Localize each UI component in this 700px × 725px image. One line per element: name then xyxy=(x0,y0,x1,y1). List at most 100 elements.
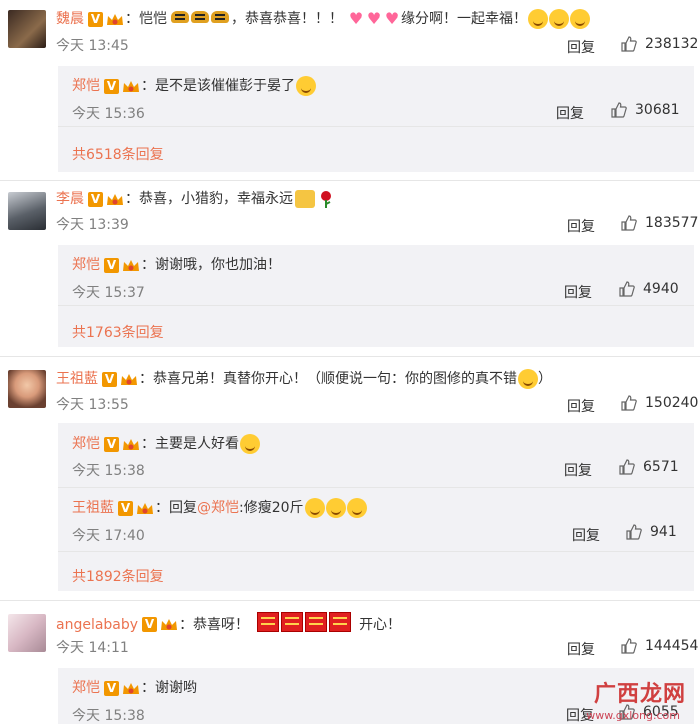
like-count: 941 xyxy=(650,524,677,540)
reply-text-2: :修瘦20斤 xyxy=(239,500,304,516)
like-button[interactable]: 150240 xyxy=(621,395,698,411)
vip-crown-icon xyxy=(105,12,125,27)
view-more-replies-link[interactable]: 共1763条回复 xyxy=(72,322,164,342)
reply-item: 郑恺 V ：是不是该催催彭于晏了 今天 15:36 回复 30681 xyxy=(72,66,682,126)
like-count: 6571 xyxy=(643,459,679,475)
verified-v-icon: V xyxy=(88,191,103,207)
vip-crown-icon xyxy=(121,437,141,452)
laugh-cry-emoji-icon xyxy=(304,498,367,518)
vip-crown-icon xyxy=(159,617,179,632)
tongue-emoji-icon xyxy=(296,76,316,96)
avatar[interactable] xyxy=(8,10,46,48)
watermark-logo: 广西龙网 xyxy=(593,682,686,707)
like-count: 183577 xyxy=(645,215,699,231)
smile-emoji-icon xyxy=(527,9,590,29)
thumbs-up-icon xyxy=(621,215,637,231)
avatar[interactable] xyxy=(8,614,46,652)
thumbs-up-icon xyxy=(619,459,635,475)
username[interactable]: 王祖藍 xyxy=(56,370,98,388)
like-button[interactable]: 238132 xyxy=(621,36,698,52)
vip-crown-icon xyxy=(121,681,141,696)
reply-time: 今天 15:38 xyxy=(72,708,145,724)
comment-item: 王祖藍 V ：恭喜兄弟！真替你开心！（顺便说一句：你的图修的真不错 ） 今天 1… xyxy=(0,356,700,592)
comment-text-2: 开心！ xyxy=(359,616,402,633)
reply-list: 郑恺 V ：谢谢哦，你也加油！ 今天 15:37 回复 4940 共1763条回… xyxy=(58,245,694,347)
reply-list: 郑恺 V ：是不是该催催彭于晏了 今天 15:36 回复 30681 共6518… xyxy=(58,66,694,172)
comment-item: 李晨 V ：恭喜，小猎豹，幸福永远 今天 13:39 回复 183577 郑恺 … xyxy=(0,180,700,350)
tiger-emoji-icon xyxy=(171,10,231,28)
username[interactable]: 李晨 xyxy=(56,190,84,208)
reply-button[interactable]: 回复 xyxy=(567,37,595,57)
like-button[interactable]: 183577 xyxy=(621,215,698,231)
reply-text: ：谢谢哦，你也加油！ xyxy=(141,257,281,273)
vip-crown-icon xyxy=(119,372,139,387)
reply-item: 郑恺 V ：主要是人好看 今天 15:38 回复 6571 xyxy=(72,423,682,487)
verified-v-icon: V xyxy=(104,257,119,273)
like-count: 238132 xyxy=(645,36,699,52)
thumbs-up-icon xyxy=(619,281,635,297)
like-button[interactable]: 144454 xyxy=(621,638,698,654)
reply-time: 今天 17:40 xyxy=(72,528,145,544)
vip-crown-icon xyxy=(105,192,125,207)
reply-button[interactable]: 回复 xyxy=(567,396,595,416)
cheers-emoji-icon xyxy=(295,190,315,208)
comment-text: ：恭喜，小猎豹，幸福永远 xyxy=(125,191,293,207)
username[interactable]: 王祖藍 xyxy=(72,499,114,517)
username[interactable]: 郑恺 xyxy=(72,256,100,274)
reply-time: 今天 15:37 xyxy=(72,285,145,301)
reply-time: 今天 15:38 xyxy=(72,463,145,479)
comment-text-3: 缘分啊！一起幸福！ xyxy=(401,11,527,27)
username[interactable]: 魏晨 xyxy=(56,10,84,28)
reply-button[interactable]: 回复 xyxy=(567,639,595,659)
like-button[interactable]: 6571 xyxy=(619,459,679,475)
reply-button[interactable]: 回复 xyxy=(572,525,600,545)
heart-emoji-icon: ♥ ♥ ♥ xyxy=(348,8,400,28)
comment-text: ：恭喜兄弟！真替你开心！（顺便说一句：你的图修的真不错 xyxy=(139,371,517,387)
reply-list: 郑恺 V ：主要是人好看 今天 15:38 回复 6571 王祖藍 V ：回复 … xyxy=(58,423,694,591)
like-button[interactable]: 941 xyxy=(626,524,677,540)
avatar[interactable] xyxy=(8,370,46,408)
like-button[interactable]: 4940 xyxy=(619,281,679,297)
comment-time: 今天 13:39 xyxy=(56,217,129,233)
vip-crown-icon xyxy=(121,258,141,273)
verified-v-icon: V xyxy=(118,500,133,516)
comment-item: 魏晨 V ：恺恺 ，恭喜恭喜！！！ ♥ ♥ ♥ 缘分啊！一起幸福！ 今天 13:45… xyxy=(0,0,700,172)
reply-time: 今天 15:36 xyxy=(72,106,145,122)
rose-emoji-icon xyxy=(318,190,334,208)
view-more-replies-link[interactable]: 共6518条回复 xyxy=(72,144,164,164)
thumbs-up-icon xyxy=(621,36,637,52)
like-count: 150240 xyxy=(645,395,699,411)
comment-time: 今天 14:11 xyxy=(56,640,129,656)
verified-v-icon: V xyxy=(88,11,103,27)
username[interactable]: angelababy xyxy=(56,616,138,634)
thumbs-up-icon xyxy=(626,524,642,540)
avatar[interactable] xyxy=(8,192,46,230)
comment-text: ：恺恺 xyxy=(125,11,167,27)
watermark-url: www.gxlong.com xyxy=(586,709,680,722)
username[interactable]: 郑恺 xyxy=(72,679,100,697)
like-button[interactable]: 30681 xyxy=(611,102,680,118)
comment-text: ：恭喜呀！ xyxy=(179,616,250,633)
reply-text: ：是不是该催催彭于晏了 xyxy=(141,78,295,94)
mention-link[interactable]: @郑恺 xyxy=(197,499,239,517)
verified-v-icon: V xyxy=(104,78,119,94)
reply-button[interactable]: 回复 xyxy=(567,216,595,236)
reply-text: ：主要是人好看 xyxy=(141,436,239,452)
comment-text-2: ，恭喜恭喜！！！ xyxy=(231,11,343,27)
view-more-replies-link[interactable]: 共1892条回复 xyxy=(72,566,164,586)
thumbs-up-icon xyxy=(621,395,637,411)
reply-button[interactable]: 回复 xyxy=(564,460,592,480)
reply-text: ：谢谢哟 xyxy=(141,680,197,696)
reply-item: 王祖藍 V ：回复 @郑恺 :修瘦20斤 今天 17:40 回复 941 xyxy=(72,487,682,551)
vip-crown-icon xyxy=(121,79,141,94)
reply-button[interactable]: 回复 xyxy=(556,103,584,123)
comment-time: 今天 13:45 xyxy=(56,38,129,54)
grin-emoji-icon xyxy=(518,369,538,389)
thumbs-up-icon xyxy=(611,102,627,118)
comment-text-end: ） xyxy=(538,371,552,387)
username[interactable]: 郑恺 xyxy=(72,77,100,95)
reply-button[interactable]: 回复 xyxy=(564,282,592,302)
grin-emoji-icon xyxy=(240,434,260,454)
username[interactable]: 郑恺 xyxy=(72,435,100,453)
double-happiness-emoji-icon xyxy=(257,612,353,637)
